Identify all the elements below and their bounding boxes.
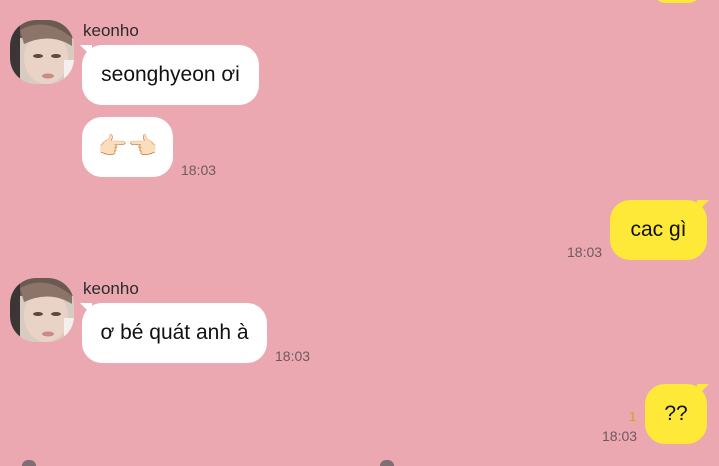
bubble-tail [697,384,709,396]
next-element-edge [22,460,36,466]
profile-photo-icon [10,278,74,342]
unread-count-badge: 1 [629,409,637,424]
avatar[interactable] [10,20,74,84]
previous-message-bubble-edge [652,0,702,3]
next-element-edge [380,460,394,466]
message-timestamp: 18:03 [567,244,603,260]
message-bubble-outgoing[interactable]: cac gì [610,200,707,260]
bubble-tail [697,200,709,212]
message-text: seonghyeon ơi [101,63,240,86]
message-bubble-emoji[interactable]: 👉🏻👈🏻 [82,117,173,177]
message-text: ?? [664,402,688,425]
chat-room: keonho seonghyeon ơi 👉🏻👈🏻 18:03 18:03 ca… [0,0,719,466]
message-bubble[interactable]: seonghyeon ơi [82,45,259,105]
message-timestamp: 18:03 [275,348,311,364]
sender-name: keonho [83,21,139,40]
pointing-fingers-emoji-icon: 👉🏻👈🏻 [97,133,158,160]
profile-photo-icon [10,20,74,84]
message-text: cac gì [630,218,687,241]
message-timestamp: 18:03 [181,162,217,178]
avatar[interactable] [10,278,74,342]
message-timestamp: 18:03 [602,428,638,444]
sender-name: keonho [83,279,139,298]
message-text: ơ bé quát anh à [100,321,249,344]
message-bubble[interactable]: ơ bé quát anh à [82,303,267,363]
